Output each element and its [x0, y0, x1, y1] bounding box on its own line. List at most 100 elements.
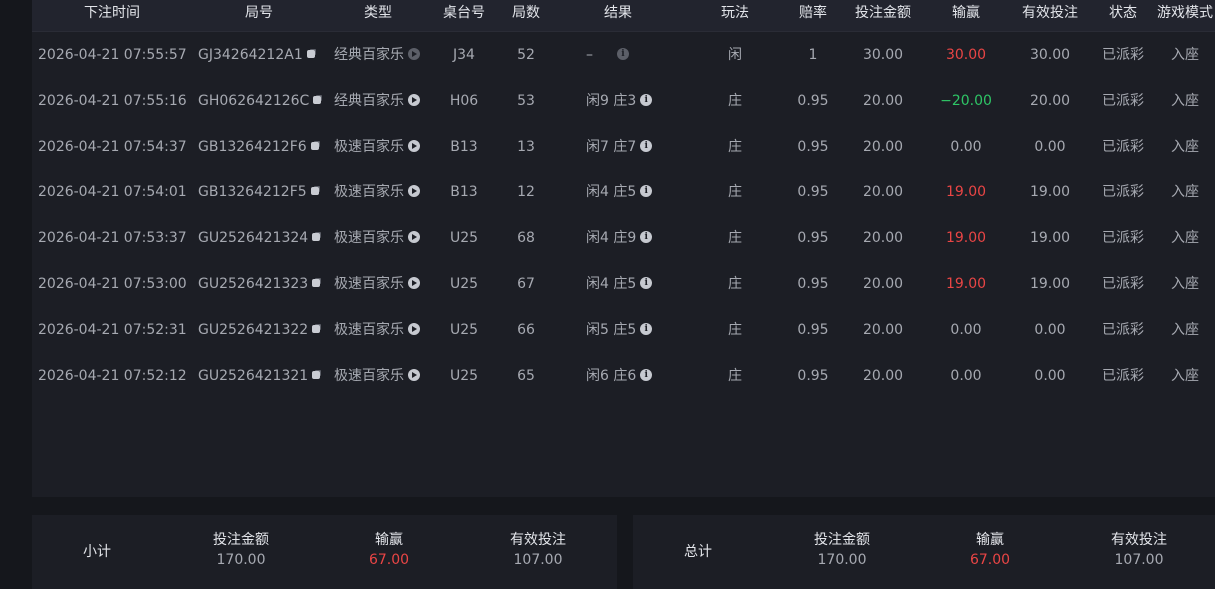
status-text: 已派彩: [1102, 47, 1144, 63]
table-row[interactable]: 2026-04-21 07:53:37 GU2526421324 极速百家乐 U25 6…: [32, 216, 1215, 262]
play-circle-icon[interactable]: [408, 93, 420, 106]
play-circle-icon[interactable]: [408, 368, 420, 381]
play-type: 庄: [728, 125, 742, 171]
copy-icon[interactable]: [312, 278, 321, 287]
valid-bet: 19.00: [1030, 216, 1070, 262]
copy-icon[interactable]: [313, 95, 322, 104]
table-row[interactable]: 2026-04-21 07:54:01 GB13264212F5 极速百家乐 B13 1…: [32, 170, 1215, 216]
round-id-text: GB13264212F6: [198, 138, 307, 155]
bet-time-text: 2026-04-21 07:52:12: [38, 367, 187, 384]
copy-icon[interactable]: [312, 233, 321, 242]
table-body: 2026-04-21 07:55:57 GJ34264212A1 经典百家乐 J34 5…: [32, 33, 1215, 399]
info-icon[interactable]: i: [640, 322, 653, 335]
table-row[interactable]: 2026-04-21 07:54:37 GB13264212F6 极速百家乐 B13 1…: [32, 125, 1215, 171]
info-icon[interactable]: i: [640, 139, 653, 152]
copy-icon[interactable]: [312, 370, 321, 379]
round-id-text: GB13264212F5: [198, 184, 307, 201]
result-text: 闲9 庄3: [586, 92, 637, 109]
table-number-text: U25: [449, 321, 479, 338]
round-id: GU2526421323: [198, 262, 321, 308]
odds: 0.95: [797, 308, 828, 354]
table-number: J34: [453, 33, 475, 79]
game-type-text: 极速百家乐: [334, 138, 404, 155]
table-row[interactable]: 2026-04-21 07:52:31 GU2526421322 极速百家乐 U25 6…: [32, 308, 1215, 354]
subtotal-valid-value: 107.00: [513, 552, 563, 568]
round-count: 67: [517, 262, 535, 308]
game-type-text: 极速百家乐: [334, 321, 404, 338]
table-row[interactable]: 2026-04-21 07:53:00 GU2526421323 极速百家乐 U25 6…: [32, 262, 1215, 308]
bet-amount: 20.00: [863, 125, 903, 171]
odds: 0.95: [797, 170, 828, 216]
column-header-status: 状态: [1109, 5, 1137, 21]
play-type: 庄: [728, 308, 742, 354]
column-header-winloss: 输赢: [952, 5, 980, 21]
copy-icon[interactable]: [312, 324, 321, 333]
play-circle-icon[interactable]: [408, 231, 420, 244]
status-text: 已派彩: [1102, 92, 1144, 109]
bet-amount: 20.00: [863, 354, 903, 400]
play-circle-icon[interactable]: [408, 322, 420, 335]
valid-bet: 30.00: [1030, 33, 1070, 79]
bet-amount-text: 20.00: [862, 138, 904, 155]
valid-bet-text: 0.00: [1034, 321, 1066, 338]
table-number-text: B13: [450, 138, 478, 155]
info-icon[interactable]: i: [640, 185, 653, 198]
table-row[interactable]: 2026-04-21 07:55:57 GJ34264212A1 经典百家乐 J34 5…: [32, 33, 1215, 79]
odds: 0.95: [797, 262, 828, 308]
result: 闲7 庄7 i: [586, 125, 653, 171]
round-count-text: 13: [517, 138, 535, 155]
play-circle-icon[interactable]: [408, 48, 420, 60]
copy-icon[interactable]: [310, 141, 319, 150]
odds-text: 0.95: [797, 367, 829, 384]
copy-icon[interactable]: [306, 50, 315, 58]
info-icon[interactable]: i: [640, 93, 653, 106]
game-type: 极速百家乐: [334, 308, 420, 354]
column-header-round-id: 局号: [245, 5, 273, 21]
round-id-text: GJ34264212A1: [198, 47, 303, 63]
status: 已派彩: [1102, 308, 1144, 354]
total-winloss-value: 67.00: [969, 552, 1011, 568]
status-text: 已派彩: [1102, 275, 1144, 292]
winloss-text: 30.00: [945, 47, 987, 63]
table-number-text: J34: [453, 47, 475, 63]
play-type: 庄: [728, 262, 742, 308]
info-icon[interactable]: i: [640, 368, 653, 381]
table-number: U25: [450, 354, 478, 400]
valid-bet: 19.00: [1030, 262, 1070, 308]
info-icon[interactable]: i: [640, 231, 653, 244]
round-id-text: GU2526421323: [198, 275, 309, 292]
winloss-text: 0.00: [950, 321, 982, 338]
table-row[interactable]: 2026-04-21 07:52:12 GU2526421321 极速百家乐 U25 6…: [32, 354, 1215, 400]
round-count-text: 52: [517, 47, 535, 63]
result-text: –: [586, 47, 593, 63]
odds: 0.95: [797, 354, 828, 400]
game-mode-text: 入座: [1171, 275, 1199, 292]
bet-amount: 20.00: [863, 308, 903, 354]
total-panel: 总计 投注金额 170.00 输赢 67.00 有效投注 107.00: [633, 515, 1215, 589]
odds-text: 0.95: [797, 184, 829, 201]
table-number: B13: [450, 170, 477, 216]
bet-amount-text: 20.00: [862, 230, 904, 247]
info-icon[interactable]: i: [617, 48, 629, 60]
game-mode-text: 入座: [1171, 138, 1199, 155]
game-mode: 入座: [1171, 79, 1199, 125]
bet-time-text: 2026-04-21 07:55:16: [38, 92, 187, 109]
info-icon[interactable]: i: [640, 276, 653, 289]
game-mode: 入座: [1171, 308, 1199, 354]
bet-time: 2026-04-21 07:52:31: [38, 308, 187, 354]
odds-text: 0.95: [797, 321, 829, 338]
subtotal-winloss: 输赢 67.00: [369, 531, 409, 571]
play-type-text: 庄: [728, 321, 742, 338]
round-id-text: GU2526421324: [198, 230, 309, 247]
play-circle-icon[interactable]: [408, 185, 420, 198]
play-circle-icon[interactable]: [408, 276, 420, 289]
round-id: GU2526421322: [198, 308, 321, 354]
result: 闲5 庄5 i: [586, 308, 653, 354]
winloss: 19.00: [946, 170, 986, 216]
game-mode: 入座: [1171, 216, 1199, 262]
round-count: 65: [517, 354, 535, 400]
table-row[interactable]: 2026-04-21 07:55:16 GH062642126C 经典百家乐 H06 5…: [32, 79, 1215, 125]
play-circle-icon[interactable]: [408, 139, 420, 152]
game-mode-text: 入座: [1171, 367, 1199, 384]
copy-icon[interactable]: [310, 187, 319, 196]
